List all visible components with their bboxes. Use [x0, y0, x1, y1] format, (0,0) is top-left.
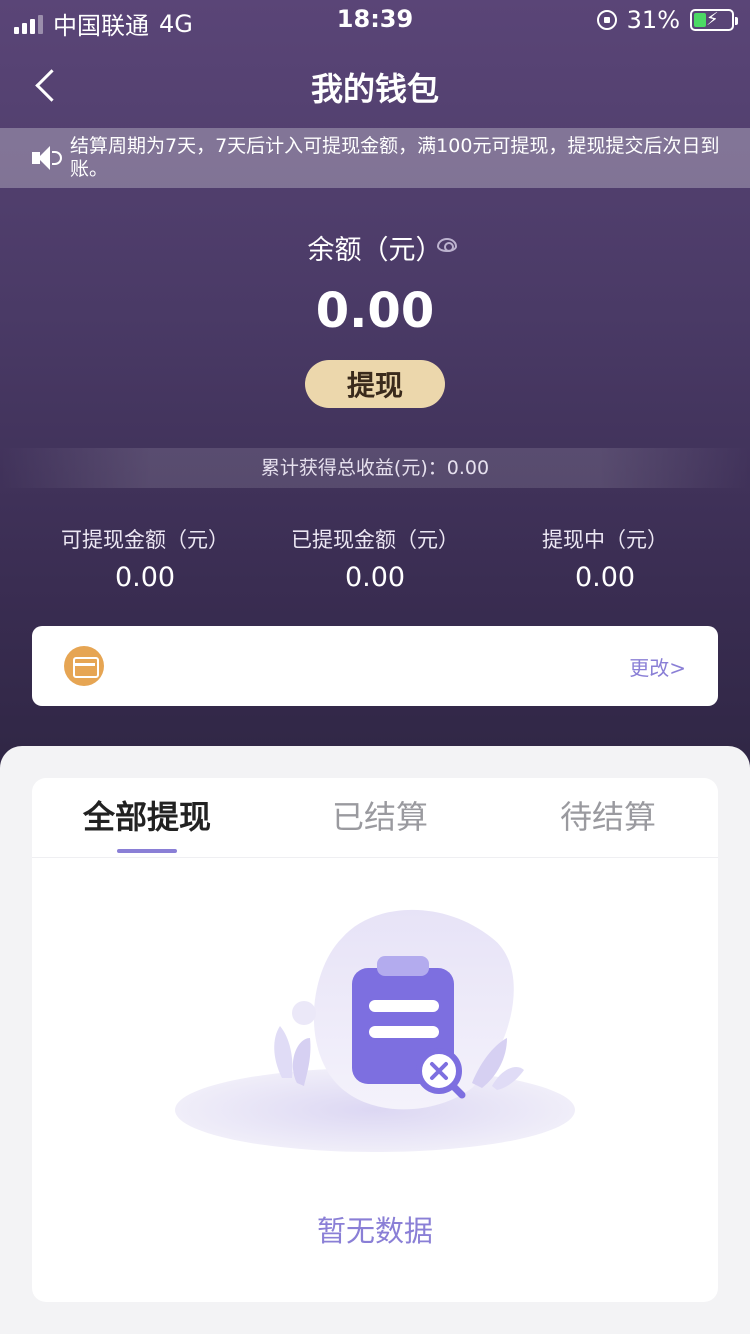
- tab-pending-settlement[interactable]: 待结算: [508, 792, 708, 838]
- orientation-lock-icon: [596, 10, 617, 30]
- total-earnings: 累计获得总收益(元)：0.00: [0, 448, 750, 488]
- stat-value: 0.00: [574, 562, 636, 593]
- stat-label: 已提现金额（元）: [291, 528, 459, 552]
- status-bar: 中国联通 4G 18:39 31% ⚡: [0, 0, 750, 40]
- stat-withdrawn: 已提现金额（元） 0.00: [265, 524, 485, 593]
- eye-icon[interactable]: [437, 238, 457, 252]
- wallet-icon: [64, 646, 104, 686]
- stats-row: 可提现金额（元） 0.00 已提现金额（元） 0.00 提现中（元） 0.00: [0, 524, 750, 593]
- stat-withdrawable: 可提现金额（元） 0.00: [35, 524, 255, 593]
- withdraw-account-card[interactable]: 更改>: [32, 626, 718, 706]
- stat-pending: 提现中（元） 0.00: [495, 524, 715, 593]
- withdraw-button[interactable]: 提现: [305, 360, 445, 408]
- empty-state-illustration: [175, 909, 575, 1152]
- battery-percent: 31%: [626, 6, 680, 34]
- nav-bar: 我的钱包: [0, 50, 750, 120]
- stat-value: 0.00: [114, 562, 176, 593]
- balance-amount: 0.00: [315, 283, 435, 339]
- tab-bar: 全部提现 已结算 待结算: [32, 778, 718, 858]
- stat-label: 提现中（元）: [542, 528, 668, 552]
- battery-icon: ⚡: [690, 9, 738, 31]
- tab-settled[interactable]: 已结算: [280, 792, 480, 838]
- page-title: 我的钱包: [310, 70, 439, 108]
- speaker-icon: [30, 143, 66, 173]
- tab-all-withdrawals[interactable]: 全部提现: [47, 792, 247, 838]
- balance-label: 余额（元）: [307, 235, 443, 266]
- notice-text: 结算周期为7天，7天后计入可提现金额，满100元可提现，提现提交后次日到账。: [70, 135, 720, 180]
- stat-label: 可提现金额（元）: [61, 528, 229, 552]
- notice-banner: 结算周期为7天，7天后计入可提现金额，满100元可提现，提现提交后次日到账。: [0, 128, 750, 188]
- records-card: 全部提现 已结算 待结算 暂无数据: [32, 778, 718, 1302]
- stat-value: 0.00: [344, 562, 406, 593]
- change-account-link[interactable]: 更改>: [629, 652, 686, 681]
- empty-state-text: 暂无数据: [316, 1214, 433, 1248]
- tab-active-indicator: [117, 849, 177, 853]
